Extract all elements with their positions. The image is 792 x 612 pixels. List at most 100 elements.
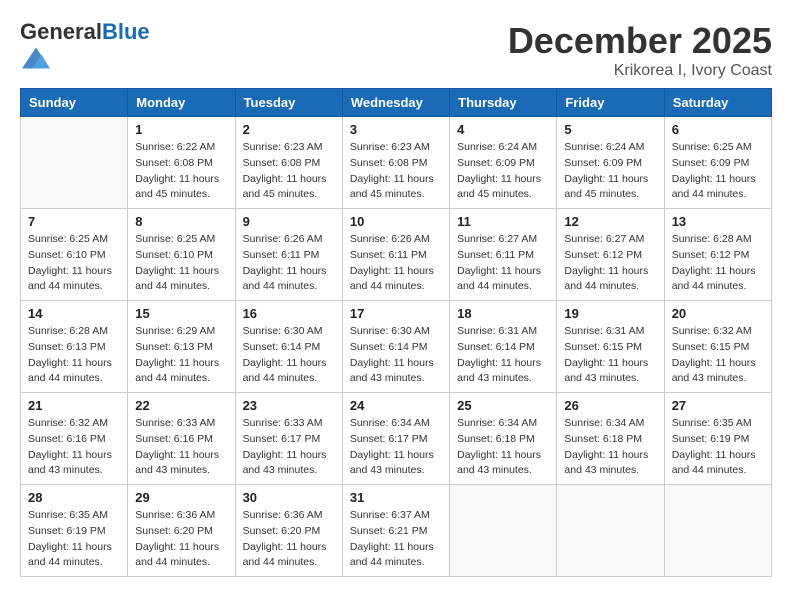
- day-info: Sunrise: 6:31 AM Sunset: 6:15 PM Dayligh…: [564, 324, 656, 387]
- calendar-day-cell: 24 Sunrise: 6:34 AM Sunset: 6:17 PM Dayli…: [342, 393, 449, 485]
- calendar-day-cell: 27 Sunrise: 6:35 AM Sunset: 6:19 PM Dayli…: [664, 393, 771, 485]
- calendar-day-cell: 19 Sunrise: 6:31 AM Sunset: 6:15 PM Dayli…: [557, 301, 664, 393]
- day-number: 22: [135, 398, 227, 413]
- calendar-table: SundayMondayTuesdayWednesdayThursdayFrid…: [20, 88, 772, 577]
- month-title: December 2025: [508, 20, 772, 62]
- calendar-day-cell: [664, 485, 771, 577]
- day-number: 13: [672, 214, 764, 229]
- weekday-header: Sunday: [21, 89, 128, 117]
- calendar-day-cell: [557, 485, 664, 577]
- calendar-week-row: 14Sunrise: 6:28 AM Sunset: 6:13 PM Dayli…: [21, 301, 772, 393]
- day-number: 5: [564, 122, 656, 137]
- day-info: Sunrise: 6:32 AM Sunset: 6:16 PM Dayligh…: [28, 416, 120, 479]
- calendar-day-cell: 30 Sunrise: 6:36 AM Sunset: 6:20 PM Dayli…: [235, 485, 342, 577]
- day-info: Sunrise: 6:23 AM Sunset: 6:08 PM Dayligh…: [350, 140, 442, 203]
- calendar-day-cell: 10 Sunrise: 6:26 AM Sunset: 6:11 PM Dayli…: [342, 209, 449, 301]
- logo-general: General: [20, 19, 102, 44]
- day-info: Sunrise: 6:35 AM Sunset: 6:19 PM Dayligh…: [28, 508, 120, 571]
- calendar-day-cell: [450, 485, 557, 577]
- location-subtitle: Krikorea I, Ivory Coast: [508, 62, 772, 80]
- calendar-day-cell: 15 Sunrise: 6:29 AM Sunset: 6:13 PM Dayli…: [128, 301, 235, 393]
- calendar-day-cell: 9Sunrise: 6:26 AM Sunset: 6:11 PM Daylig…: [235, 209, 342, 301]
- day-number: 24: [350, 398, 442, 413]
- day-number: 19: [564, 306, 656, 321]
- calendar-week-row: 21 Sunrise: 6:32 AM Sunset: 6:16 PM Dayli…: [21, 393, 772, 485]
- day-info: Sunrise: 6:34 AM Sunset: 6:17 PM Dayligh…: [350, 416, 442, 479]
- day-number: 23: [243, 398, 335, 413]
- logo: GeneralBlue: [20, 20, 150, 77]
- day-info: Sunrise: 6:28 AM Sunset: 6:13 PM Dayligh…: [28, 324, 120, 387]
- day-number: 1: [135, 122, 227, 137]
- calendar-day-cell: 31Sunrise: 6:37 AM Sunset: 6:21 PM Dayli…: [342, 485, 449, 577]
- day-info: Sunrise: 6:30 AM Sunset: 6:14 PM Dayligh…: [350, 324, 442, 387]
- day-info: Sunrise: 6:26 AM Sunset: 6:11 PM Dayligh…: [350, 232, 442, 295]
- day-info: Sunrise: 6:24 AM Sunset: 6:09 PM Dayligh…: [564, 140, 656, 203]
- weekday-header: Saturday: [664, 89, 771, 117]
- calendar-day-cell: 12Sunrise: 6:27 AM Sunset: 6:12 PM Dayli…: [557, 209, 664, 301]
- weekday-header: Wednesday: [342, 89, 449, 117]
- day-info: Sunrise: 6:22 AM Sunset: 6:08 PM Dayligh…: [135, 140, 227, 203]
- day-info: Sunrise: 6:26 AM Sunset: 6:11 PM Dayligh…: [243, 232, 335, 295]
- day-number: 20: [672, 306, 764, 321]
- day-number: 6: [672, 122, 764, 137]
- calendar-day-cell: 2 Sunrise: 6:23 AM Sunset: 6:08 PM Daylig…: [235, 117, 342, 209]
- calendar-day-cell: 16Sunrise: 6:30 AM Sunset: 6:14 PM Dayli…: [235, 301, 342, 393]
- day-number: 7: [28, 214, 120, 229]
- calendar-day-cell: 23 Sunrise: 6:33 AM Sunset: 6:17 PM Dayli…: [235, 393, 342, 485]
- day-number: 16: [243, 306, 335, 321]
- day-number: 28: [28, 490, 120, 505]
- day-number: 21: [28, 398, 120, 413]
- day-info: Sunrise: 6:31 AM Sunset: 6:14 PM Dayligh…: [457, 324, 549, 387]
- logo-icon: [22, 44, 50, 72]
- day-number: 18: [457, 306, 549, 321]
- weekday-header: Friday: [557, 89, 664, 117]
- day-number: 30: [243, 490, 335, 505]
- day-info: Sunrise: 6:33 AM Sunset: 6:17 PM Dayligh…: [243, 416, 335, 479]
- weekday-header: Thursday: [450, 89, 557, 117]
- calendar-day-cell: 14Sunrise: 6:28 AM Sunset: 6:13 PM Dayli…: [21, 301, 128, 393]
- calendar-day-cell: 17 Sunrise: 6:30 AM Sunset: 6:14 PM Dayli…: [342, 301, 449, 393]
- calendar-day-cell: 8Sunrise: 6:25 AM Sunset: 6:10 PM Daylig…: [128, 209, 235, 301]
- day-info: Sunrise: 6:25 AM Sunset: 6:10 PM Dayligh…: [135, 232, 227, 295]
- day-number: 27: [672, 398, 764, 413]
- day-number: 15: [135, 306, 227, 321]
- day-info: Sunrise: 6:25 AM Sunset: 6:09 PM Dayligh…: [672, 140, 764, 203]
- day-info: Sunrise: 6:28 AM Sunset: 6:12 PM Dayligh…: [672, 232, 764, 295]
- day-number: 25: [457, 398, 549, 413]
- day-info: Sunrise: 6:29 AM Sunset: 6:13 PM Dayligh…: [135, 324, 227, 387]
- day-info: Sunrise: 6:33 AM Sunset: 6:16 PM Dayligh…: [135, 416, 227, 479]
- day-info: Sunrise: 6:36 AM Sunset: 6:20 PM Dayligh…: [243, 508, 335, 571]
- day-number: 29: [135, 490, 227, 505]
- page-header: GeneralBlue December 2025 Krikorea I, Iv…: [20, 20, 772, 80]
- calendar-day-cell: 28 Sunrise: 6:35 AM Sunset: 6:19 PM Dayli…: [21, 485, 128, 577]
- day-info: Sunrise: 6:35 AM Sunset: 6:19 PM Dayligh…: [672, 416, 764, 479]
- calendar-day-cell: 26 Sunrise: 6:34 AM Sunset: 6:18 PM Dayli…: [557, 393, 664, 485]
- calendar-day-cell: 13 Sunrise: 6:28 AM Sunset: 6:12 PM Dayli…: [664, 209, 771, 301]
- calendar-day-cell: [21, 117, 128, 209]
- day-info: Sunrise: 6:34 AM Sunset: 6:18 PM Dayligh…: [457, 416, 549, 479]
- calendar-day-cell: 18 Sunrise: 6:31 AM Sunset: 6:14 PM Dayli…: [450, 301, 557, 393]
- day-info: Sunrise: 6:36 AM Sunset: 6:20 PM Dayligh…: [135, 508, 227, 571]
- calendar-week-row: 7 Sunrise: 6:25 AM Sunset: 6:10 PM Daylig…: [21, 209, 772, 301]
- day-info: Sunrise: 6:32 AM Sunset: 6:15 PM Dayligh…: [672, 324, 764, 387]
- calendar-day-cell: 22 Sunrise: 6:33 AM Sunset: 6:16 PM Dayli…: [128, 393, 235, 485]
- weekday-header: Tuesday: [235, 89, 342, 117]
- day-number: 10: [350, 214, 442, 229]
- calendar-day-cell: 29 Sunrise: 6:36 AM Sunset: 6:20 PM Dayli…: [128, 485, 235, 577]
- calendar-day-cell: 1 Sunrise: 6:22 AM Sunset: 6:08 PM Daylig…: [128, 117, 235, 209]
- day-number: 17: [350, 306, 442, 321]
- day-info: Sunrise: 6:37 AM Sunset: 6:21 PM Dayligh…: [350, 508, 442, 571]
- day-number: 4: [457, 122, 549, 137]
- calendar-day-cell: 5 Sunrise: 6:24 AM Sunset: 6:09 PM Daylig…: [557, 117, 664, 209]
- calendar-day-cell: 11Sunrise: 6:27 AM Sunset: 6:11 PM Dayli…: [450, 209, 557, 301]
- calendar-day-cell: 4Sunrise: 6:24 AM Sunset: 6:09 PM Daylig…: [450, 117, 557, 209]
- calendar-week-row: 28 Sunrise: 6:35 AM Sunset: 6:19 PM Dayli…: [21, 485, 772, 577]
- calendar-day-cell: 3 Sunrise: 6:23 AM Sunset: 6:08 PM Daylig…: [342, 117, 449, 209]
- calendar-day-cell: 20 Sunrise: 6:32 AM Sunset: 6:15 PM Dayli…: [664, 301, 771, 393]
- day-number: 2: [243, 122, 335, 137]
- day-number: 3: [350, 122, 442, 137]
- calendar-day-cell: 25 Sunrise: 6:34 AM Sunset: 6:18 PM Dayli…: [450, 393, 557, 485]
- day-info: Sunrise: 6:34 AM Sunset: 6:18 PM Dayligh…: [564, 416, 656, 479]
- day-info: Sunrise: 6:23 AM Sunset: 6:08 PM Dayligh…: [243, 140, 335, 203]
- day-number: 26: [564, 398, 656, 413]
